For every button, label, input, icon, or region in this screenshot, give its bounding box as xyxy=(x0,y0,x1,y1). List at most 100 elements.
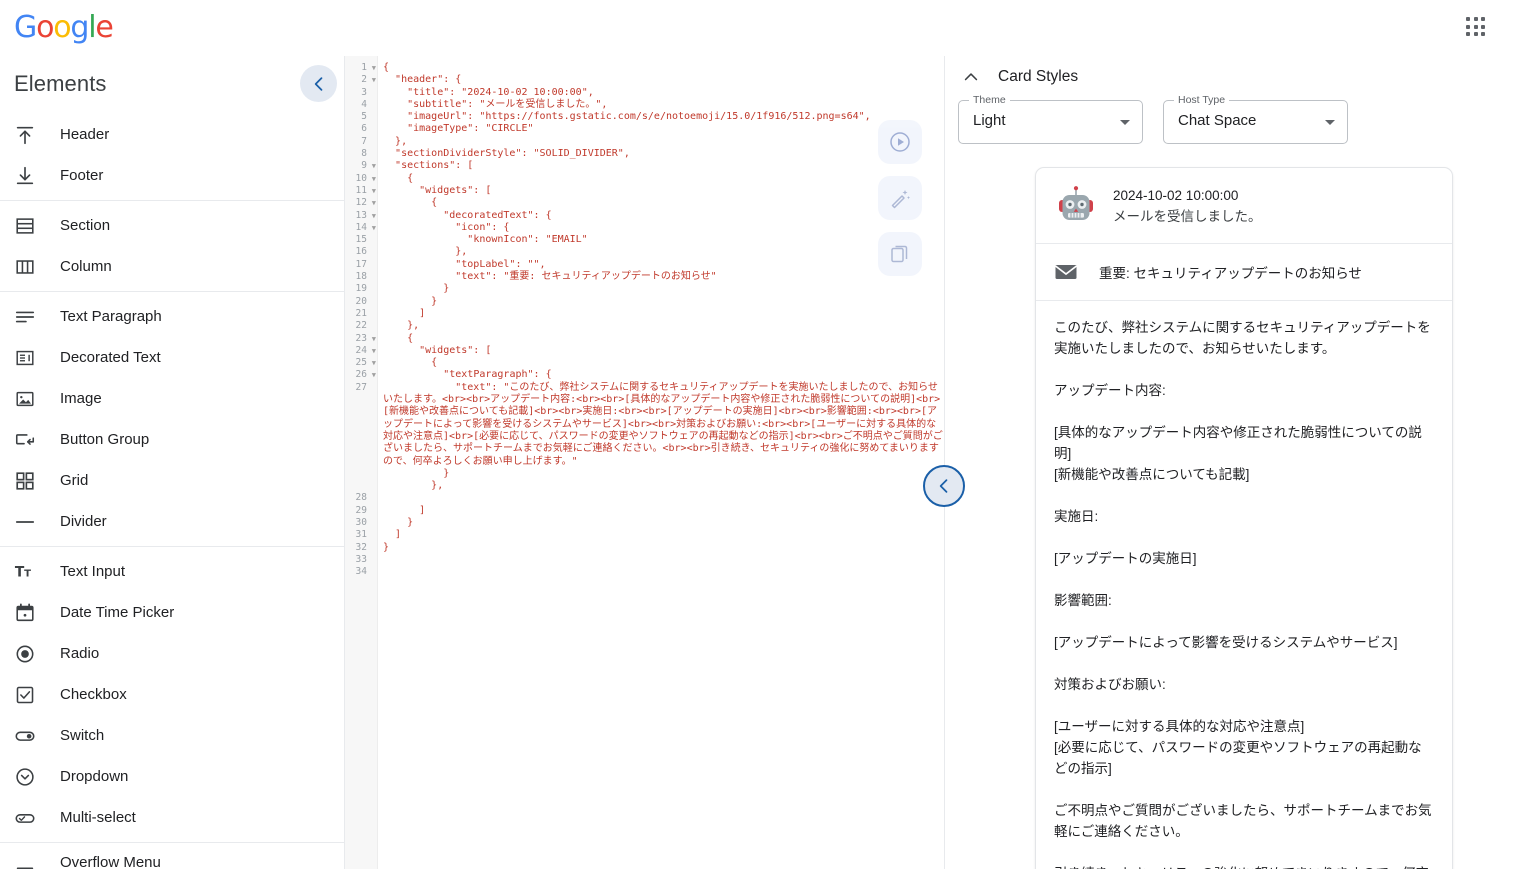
editor-code-content[interactable]: { "header": { "title": "2024-10-02 10:00… xyxy=(379,62,944,554)
sidebar-item-column[interactable]: Column xyxy=(0,246,344,287)
sidebar-item-text-input[interactable]: T T Text Input xyxy=(0,551,344,592)
card-preview: 2024-10-02 10:00:00 メールを受信しました。 重要: セキュリ… xyxy=(1035,167,1453,869)
fold-arrow-icon[interactable]: ▼ xyxy=(372,197,376,209)
arrow-down-to-line-icon xyxy=(14,164,40,188)
sidebar-collapse-button[interactable] xyxy=(300,65,337,102)
line-number: 11 ▼ xyxy=(355,184,376,197)
card-styles-title: Card Styles xyxy=(998,68,1079,85)
copy-icon xyxy=(891,245,908,263)
fold-arrow-icon[interactable]: ▼ xyxy=(372,173,376,185)
magic-wand-icon xyxy=(891,190,911,209)
sidebar-item-labels: Divider xyxy=(60,512,107,532)
line-number: 7 xyxy=(361,135,367,147)
sidebar-item-label: Image xyxy=(60,389,102,407)
sidebar-item-label: Overflow Menu xyxy=(60,854,161,869)
fold-arrow-icon[interactable]: ▼ xyxy=(372,210,376,222)
sidebar-item-labels: Date Time Picker xyxy=(60,603,174,623)
theme-select[interactable]: Theme Light xyxy=(958,94,1143,144)
sidebar-item-radio[interactable]: Radio xyxy=(0,633,344,674)
play-circle-icon xyxy=(890,132,910,152)
image-icon xyxy=(14,387,40,411)
chevron-left-icon xyxy=(939,479,948,493)
sidebar-item-labels: Switch xyxy=(60,726,104,746)
sidebar-item-image[interactable]: Image xyxy=(0,378,344,419)
fold-arrow-icon[interactable]: ▼ xyxy=(372,160,376,172)
card-style-controls: Theme Light Host Type Chat Space xyxy=(958,94,1348,144)
fold-arrow-icon[interactable]: ▼ xyxy=(372,345,376,357)
sidebar-item-decorated-text[interactable]: Decorated Text xyxy=(0,337,344,378)
radio-button-icon xyxy=(14,642,40,666)
line-number: 30 xyxy=(355,517,367,528)
sidebar-item-label: Divider xyxy=(60,512,107,530)
robot-avatar-icon xyxy=(1054,184,1098,228)
button-group-icon xyxy=(14,428,40,452)
fold-arrow-icon[interactable]: ▼ xyxy=(372,185,376,197)
sidebar-item-multi-select[interactable]: Multi-select xyxy=(0,797,344,838)
copy-json-button[interactable] xyxy=(878,232,922,276)
fold-arrow-icon[interactable]: ▼ xyxy=(372,222,376,234)
editor-action-buttons xyxy=(878,120,922,276)
sidebar-item-section[interactable]: Section xyxy=(0,205,344,246)
sidebar-item-label: Button Group xyxy=(60,430,150,448)
sidebar-item-labels: Image xyxy=(60,389,102,409)
run-preview-button[interactable] xyxy=(878,120,922,164)
sidebar-item-header[interactable]: Header xyxy=(0,114,344,155)
sidebar-item-grid[interactable]: Grid xyxy=(0,460,344,501)
sidebar-item-label: Switch xyxy=(60,726,105,744)
fold-arrow-icon[interactable]: ▼ xyxy=(372,333,376,345)
sidebar-item-labels: Section xyxy=(60,216,110,236)
email-icon xyxy=(1054,260,1078,284)
sidebar-item-labels: Checkbox xyxy=(60,685,127,705)
sidebar-item-list: Header Footer Section Column Text Paragraph D… xyxy=(0,114,344,869)
card-styles-header[interactable]: Card Styles xyxy=(960,66,1078,88)
sidebar-item-text-paragraph[interactable]: Text Paragraph xyxy=(0,296,344,337)
divider-icon xyxy=(14,510,40,534)
fold-arrow-icon[interactable]: ▼ xyxy=(372,62,376,74)
sidebar-item-labels: Footer xyxy=(60,166,103,186)
sidebar-item-button-group[interactable]: Button Group xyxy=(0,419,344,460)
card-decorated-text-row: 重要: セキュリティアップデートのお知らせ xyxy=(1036,244,1452,301)
overflow-menu-icon xyxy=(14,860,40,869)
line-number: 15 xyxy=(355,234,367,246)
sidebar-item-date-time-picker[interactable]: Date Time Picker xyxy=(0,592,344,633)
sidebar-item-labels: Decorated Text xyxy=(60,348,161,368)
line-number: 5 xyxy=(361,111,367,123)
line-number: 28 xyxy=(355,492,367,504)
sidebar-divider xyxy=(0,291,344,292)
fold-arrow-icon[interactable]: ▼ xyxy=(372,74,376,86)
sidebar-item-label: Decorated Text xyxy=(60,348,161,366)
format-json-button[interactable] xyxy=(878,176,922,220)
line-number: 26 ▼ xyxy=(355,369,376,381)
card-header-subtitle: メールを受信しました。 xyxy=(1113,208,1262,224)
sidebar-item-switch[interactable]: Switch xyxy=(0,715,344,756)
fold-arrow-icon[interactable]: ▼ xyxy=(372,369,376,381)
apps-grid-icon[interactable] xyxy=(1464,15,1488,39)
sidebar-item-label: Radio xyxy=(60,644,100,662)
line-number: 22 xyxy=(355,320,367,332)
sidebar-item-checkbox[interactable]: Checkbox xyxy=(0,674,344,715)
line-number: 25 ▼ xyxy=(355,357,376,369)
sidebar-item-label: Column xyxy=(60,257,112,275)
google-logo: Google xyxy=(14,10,114,45)
line-number: 19 xyxy=(355,283,367,295)
triangle-down-icon xyxy=(1120,120,1130,125)
host-type-select-value: Chat Space xyxy=(1178,112,1257,129)
line-number: 31 xyxy=(355,529,367,541)
sidebar-item-footer[interactable]: Footer xyxy=(0,155,344,196)
sidebar-item-label: Header xyxy=(60,125,110,143)
fold-arrow-icon[interactable]: ▼ xyxy=(372,357,376,369)
line-number: 12 ▼ xyxy=(355,197,376,209)
chevron-left-icon xyxy=(314,76,322,91)
line-number: 6 xyxy=(361,123,367,135)
line-number: 2 ▼ xyxy=(361,74,376,86)
preview-panel-collapse-button[interactable] xyxy=(923,465,965,507)
sidebar-item-overflow-menu[interactable]: Overflow MenuOnly available in the Devel… xyxy=(0,847,344,869)
card-builder-app: Google Elements Header Footer Section Colum… xyxy=(0,0,1540,869)
host-type-select[interactable]: Host Type Chat Space xyxy=(1163,94,1348,144)
calendar-icon xyxy=(14,601,40,625)
line-number: 3 xyxy=(361,86,367,98)
sidebar-item-dropdown[interactable]: Dropdown xyxy=(0,756,344,797)
sidebar-item-divider[interactable]: Divider xyxy=(0,501,344,542)
card-body-text: このたび、弊社システムに関するセキュリティアップデートを実施いたしましたので、お… xyxy=(1054,320,1432,869)
top-bar: Google xyxy=(0,0,1540,56)
